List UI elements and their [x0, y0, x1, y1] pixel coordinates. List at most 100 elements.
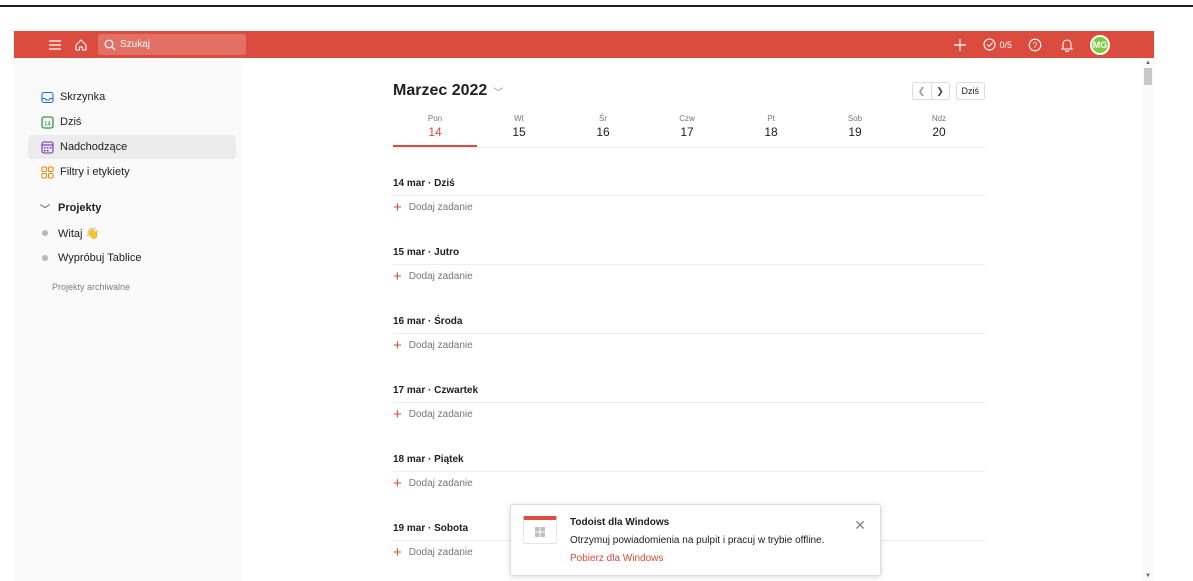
next-week-button[interactable]: ❯	[930, 83, 949, 99]
add-task-button[interactable]: + Dodaj zadanie	[393, 336, 985, 354]
day-name: Ndz	[931, 114, 947, 123]
day-section: 15 mar · Jutro + Dodaj zadanie	[393, 247, 985, 285]
week-strip: Pon 14 Wt 15 Śr 16 Czw 17 Pt 18 Sob 19 Ndz 20	[393, 114, 985, 148]
help-icon[interactable]: ?	[1026, 36, 1044, 54]
day-name: Pt	[767, 114, 775, 123]
add-task-label: Dodaj zadanie	[408, 340, 473, 351]
karma-icon	[983, 38, 997, 51]
previous-week-button[interactable]: ❮	[913, 83, 931, 99]
projects-header[interactable]: ﹀ Projekty	[28, 196, 236, 220]
sidebar-item-label: Filtry i etykiety	[60, 166, 130, 178]
day-section-title: 14 mar · Dziś	[393, 178, 985, 196]
project-color-dot	[42, 230, 48, 236]
day-date: 15	[512, 125, 526, 139]
add-task-label: Dodaj zadanie	[408, 271, 473, 282]
project-label: Wypróbuj Tablice	[58, 252, 142, 264]
toast-title: Todoist dla Windows	[570, 517, 670, 528]
plus-icon: +	[393, 405, 402, 423]
day-name: Wt	[514, 114, 524, 123]
day-section-title: 16 mar · Środa	[393, 316, 985, 334]
day-name: Pon	[427, 114, 443, 123]
plus-icon: +	[393, 474, 402, 492]
day-mon[interactable]: Pon 14	[393, 114, 477, 147]
day-thu[interactable]: Czw 17	[645, 114, 729, 147]
sidebar-item-today[interactable]: 14 Dziś	[28, 110, 236, 134]
day-section-title: 17 mar · Czwartek	[393, 385, 985, 403]
sidebar-item-upcoming[interactable]: Nadchodzące	[28, 135, 236, 159]
day-section: 14 mar · Dziś + Dodaj zadanie	[393, 178, 985, 216]
day-date: 18	[764, 125, 778, 139]
sidebar-item-label: Skrzynka	[60, 91, 106, 103]
day-section: 17 mar · Czwartek + Dodaj zadanie	[393, 385, 985, 423]
add-task-label: Dodaj zadanie	[408, 478, 473, 489]
karma-count: 0/5	[999, 39, 1012, 50]
karma-progress[interactable]: 0/5	[983, 38, 1012, 51]
app-window: 0/5 ? MG Skrzynka 14 Dziś	[14, 31, 1154, 581]
search-input[interactable]	[120, 39, 230, 50]
add-task-button[interactable]: + Dodaj zadanie	[393, 198, 985, 216]
sidebar-item-inbox[interactable]: Skrzynka	[28, 85, 236, 109]
search-icon	[104, 39, 116, 50]
month-picker[interactable]: Marzec 2022 ﹀	[393, 82, 503, 100]
window-top-edge	[0, 0, 1193, 7]
day-name: Czw	[679, 114, 695, 123]
close-icon[interactable]: ✕	[854, 517, 866, 534]
day-sat[interactable]: Sob 19	[813, 114, 897, 147]
menu-icon[interactable]	[46, 36, 64, 54]
download-windows-link[interactable]: Pobierz dla Windows	[570, 553, 663, 564]
today-button[interactable]: Dziś	[955, 82, 985, 100]
day-name: Śr	[599, 114, 607, 123]
scrollbar-thumb[interactable]	[1144, 68, 1152, 85]
filters-icon	[40, 165, 54, 179]
day-section: 18 mar · Piątek + Dodaj zadanie	[393, 454, 985, 492]
project-label: Witaj 👋	[58, 227, 100, 240]
windows-app-toast: Todoist dla Windows Otrzymuj powiadomien…	[510, 504, 881, 576]
day-name: Sob	[847, 114, 863, 123]
main-content: Marzec 2022 ﹀ ❮ ❯ Dziś Pon 14 Wt 15 Śr 16 C…	[242, 58, 1154, 581]
add-task-button[interactable]: + Dodaj zadanie	[393, 267, 985, 285]
plus-icon: +	[393, 336, 402, 354]
week-navigation: ❮ ❯ Dziś	[911, 82, 985, 100]
project-item-boards[interactable]: Wypróbuj Tablice	[28, 246, 236, 270]
scrollbar[interactable]: ▲ ▼	[1142, 58, 1154, 581]
archived-projects-link[interactable]: Projekty archiwalne	[52, 282, 242, 292]
plus-icon: +	[393, 198, 402, 216]
windows-logo-icon	[523, 516, 557, 544]
day-date: 19	[848, 125, 862, 139]
project-color-dot	[42, 255, 48, 261]
scroll-down-icon[interactable]: ▼	[1145, 573, 1151, 579]
day-sun[interactable]: Ndz 20	[897, 114, 981, 147]
sidebar-item-label: Nadchodzące	[60, 141, 128, 153]
toast-message: Otrzymuj powiadomienia na pulpit i pracu…	[570, 535, 825, 546]
add-task-label: Dodaj zadanie	[408, 202, 473, 213]
add-task-icon[interactable]	[951, 36, 969, 54]
svg-text:?: ?	[1033, 41, 1038, 50]
add-task-button[interactable]: + Dodaj zadanie	[393, 405, 985, 423]
day-section: 16 mar · Środa + Dodaj zadanie	[393, 316, 985, 354]
top-bar: 0/5 ? MG	[14, 31, 1154, 58]
plus-icon: +	[393, 543, 402, 561]
plus-icon: +	[393, 267, 402, 285]
add-task-button[interactable]: + Dodaj zadanie	[393, 474, 985, 492]
day-date: 20	[932, 125, 946, 139]
search-box[interactable]	[98, 34, 246, 55]
day-date: 14	[428, 125, 442, 139]
bell-icon[interactable]	[1058, 36, 1076, 54]
projects-label: Projekty	[58, 202, 102, 214]
day-tue[interactable]: Wt 15	[477, 114, 561, 147]
add-task-label: Dodaj zadanie	[408, 547, 473, 558]
chevron-down-icon: ﹀	[493, 87, 504, 99]
sidebar-item-label: Dziś	[60, 116, 82, 128]
scroll-up-icon[interactable]: ▲	[1145, 60, 1151, 66]
today-icon: 14	[40, 115, 54, 129]
home-icon[interactable]	[72, 36, 90, 54]
sidebar-item-filters[interactable]: Filtry i etykiety	[28, 160, 236, 184]
project-item-welcome[interactable]: Witaj 👋	[28, 221, 236, 245]
day-date: 16	[596, 125, 610, 139]
month-label: Marzec 2022	[393, 82, 488, 99]
chevron-down-icon: ﹀	[40, 204, 50, 216]
day-fri[interactable]: Pt 18	[729, 114, 813, 147]
avatar[interactable]: MG	[1090, 34, 1110, 55]
day-wed[interactable]: Śr 16	[561, 114, 645, 147]
today-icon-date: 14	[44, 121, 51, 127]
